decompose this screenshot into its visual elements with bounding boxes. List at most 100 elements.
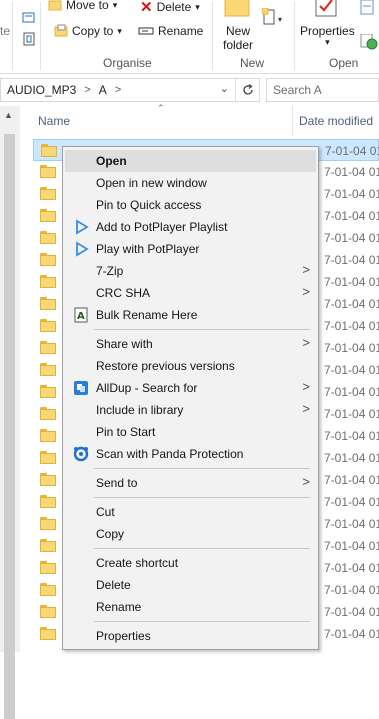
menu-item-7zip-label: 7-Zip	[96, 264, 124, 278]
address-bar[interactable]: AUDIO_MP3 > A > ⌄	[0, 78, 260, 102]
ribbon-divider	[40, 2, 41, 70]
column-header-name[interactable]: Name	[38, 114, 70, 128]
date-modified-cell: 7-01-04 01:1	[324, 473, 379, 487]
date-modified-cell: 7-01-04 01:1	[324, 319, 379, 333]
folder-icon	[40, 253, 56, 266]
date-modified-cell: 7-01-04 01:1	[324, 517, 379, 531]
menu-item-pin-start-label: Pin to Start	[96, 425, 156, 439]
breadcrumb-a[interactable]: A	[99, 83, 107, 97]
folder-icon	[40, 605, 56, 618]
move-to-icon	[48, 0, 62, 11]
column-divider[interactable]	[292, 106, 293, 136]
folder-icon	[40, 495, 56, 508]
menu-item-rename-label: Rename	[96, 600, 142, 614]
folder-icon	[40, 385, 56, 398]
menu-item-7zip[interactable]: 7-Zip >	[65, 260, 316, 282]
folder-icon	[40, 231, 56, 244]
date-modified-cell: 7-01-04 01:1	[324, 297, 379, 311]
menu-item-open-new-window[interactable]: Open in new window	[65, 172, 316, 194]
menu-separator	[94, 497, 310, 498]
rename-icon	[138, 27, 154, 35]
new-item-icon[interactable]: ▾	[262, 8, 286, 28]
svg-text:A: A	[77, 311, 85, 322]
submenu-arrow-icon: >	[302, 401, 310, 416]
folder-icon	[40, 297, 56, 310]
potplayer-icon	[76, 219, 89, 235]
menu-item-pin-quick-access[interactable]: Pin to Quick access	[65, 194, 316, 216]
new-folder-icon	[224, 0, 250, 17]
folder-icon	[40, 165, 56, 178]
move-to-label: Move to	[66, 0, 109, 12]
menu-item-send-to[interactable]: Send to >	[65, 472, 316, 494]
menu-item-scan-panda[interactable]: Scan with Panda Protection	[65, 443, 316, 465]
delete-button[interactable]: ✕ Delete ▾	[140, 0, 200, 16]
menu-item-play-potplayer[interactable]: Play with PotPlayer	[65, 238, 316, 260]
menu-item-add-potplayer-playlist-label: Add to PotPlayer Playlist	[96, 220, 228, 234]
menu-item-create-shortcut[interactable]: Create shortcut	[65, 552, 316, 574]
copy-to-label: Copy to	[72, 24, 114, 38]
nav-scrollbar-thumb[interactable]	[4, 134, 15, 719]
menu-item-crc-sha[interactable]: CRC SHA >	[65, 282, 316, 304]
address-history-chevron-icon[interactable]: ⌄	[220, 82, 229, 95]
ribbon-cut-item[interactable]: te	[0, 24, 10, 38]
menu-item-alldup[interactable]: AllDup - Search for >	[65, 377, 316, 399]
rename-button[interactable]: Rename	[138, 24, 203, 38]
folder-icon	[40, 517, 56, 530]
open-group-label: Open	[329, 56, 359, 70]
folder-icon	[40, 407, 56, 420]
navigation-pane: ▲	[0, 106, 20, 719]
properties-button[interactable]: Properties ▾	[298, 0, 356, 47]
date-modified-cell: 7-01-04 01:1	[324, 583, 379, 597]
column-headers: ⌃ Name Date modified	[20, 103, 379, 136]
date-modified-cell: 7-01-04 01:1	[324, 231, 379, 245]
ribbon: te Move to ▾ ✕ Delete ▾ Copy to ▾ Rename…	[0, 0, 379, 74]
menu-item-share-with[interactable]: Share with >	[65, 333, 316, 355]
menu-item-open[interactable]: Open	[65, 150, 316, 172]
new-folder-button[interactable]: New folder	[218, 0, 258, 52]
move-to-button[interactable]: Move to ▾	[48, 0, 117, 12]
organise-group-label: Organise	[103, 56, 152, 70]
ribbon-cut-label: te	[0, 24, 11, 38]
breadcrumb-separator-icon[interactable]: >	[115, 84, 121, 96]
search-box[interactable]: Search A	[266, 78, 379, 102]
folder-icon	[40, 627, 56, 640]
open-icon[interactable]	[360, 0, 376, 16]
folder-icon	[40, 561, 56, 574]
scroll-up-arrow-icon[interactable]: ▲	[4, 110, 13, 120]
search-placeholder: Search A	[273, 83, 322, 97]
menu-item-open-label: Open	[96, 154, 127, 168]
menu-item-bulk-rename-label: Bulk Rename Here	[96, 308, 198, 322]
refresh-button[interactable]	[235, 79, 259, 101]
menu-item-restore-previous-versions[interactable]: Restore previous versions	[65, 355, 316, 377]
panda-protection-icon	[73, 446, 89, 462]
menu-item-delete[interactable]: Delete	[65, 574, 316, 596]
ribbon-divider	[294, 2, 295, 70]
breadcrumb-audio-mp3[interactable]: AUDIO_MP3	[7, 83, 76, 97]
properties-label: Properties	[300, 24, 355, 38]
submenu-arrow-icon: >	[302, 474, 310, 489]
breadcrumb-separator-icon[interactable]: >	[84, 84, 90, 96]
folder-icon	[40, 187, 56, 200]
history-icon[interactable]	[360, 34, 378, 50]
date-modified-cell: 7-01-04 01:1	[324, 451, 379, 465]
folder-icon	[40, 451, 56, 464]
refresh-icon	[242, 84, 253, 95]
copy-to-icon	[54, 24, 68, 37]
menu-item-copy[interactable]: Copy	[65, 523, 316, 545]
copy-to-button[interactable]: Copy to ▾	[54, 24, 122, 38]
menu-item-include-library[interactable]: Include in library >	[65, 399, 316, 421]
date-modified-cell: 7-01-04 01:1	[324, 187, 379, 201]
copy-path-icon[interactable]	[22, 12, 36, 24]
menu-item-add-potplayer-playlist[interactable]: Add to PotPlayer Playlist	[65, 216, 316, 238]
cut-icon[interactable]	[22, 0, 36, 6]
menu-item-pin-start[interactable]: Pin to Start	[65, 421, 316, 443]
date-modified-cell: 7-01-04 01:1	[324, 561, 379, 575]
folder-icon	[40, 429, 56, 442]
menu-item-play-potplayer-label: Play with PotPlayer	[96, 242, 200, 256]
column-header-date-modified[interactable]: Date modified	[299, 114, 373, 128]
menu-item-properties[interactable]: Properties	[65, 625, 316, 647]
menu-item-rename[interactable]: Rename	[65, 596, 316, 618]
menu-item-bulk-rename[interactable]: A Bulk Rename Here	[65, 304, 316, 326]
menu-item-cut[interactable]: Cut	[65, 501, 316, 523]
paste-shortcut-icon[interactable]	[22, 32, 36, 46]
